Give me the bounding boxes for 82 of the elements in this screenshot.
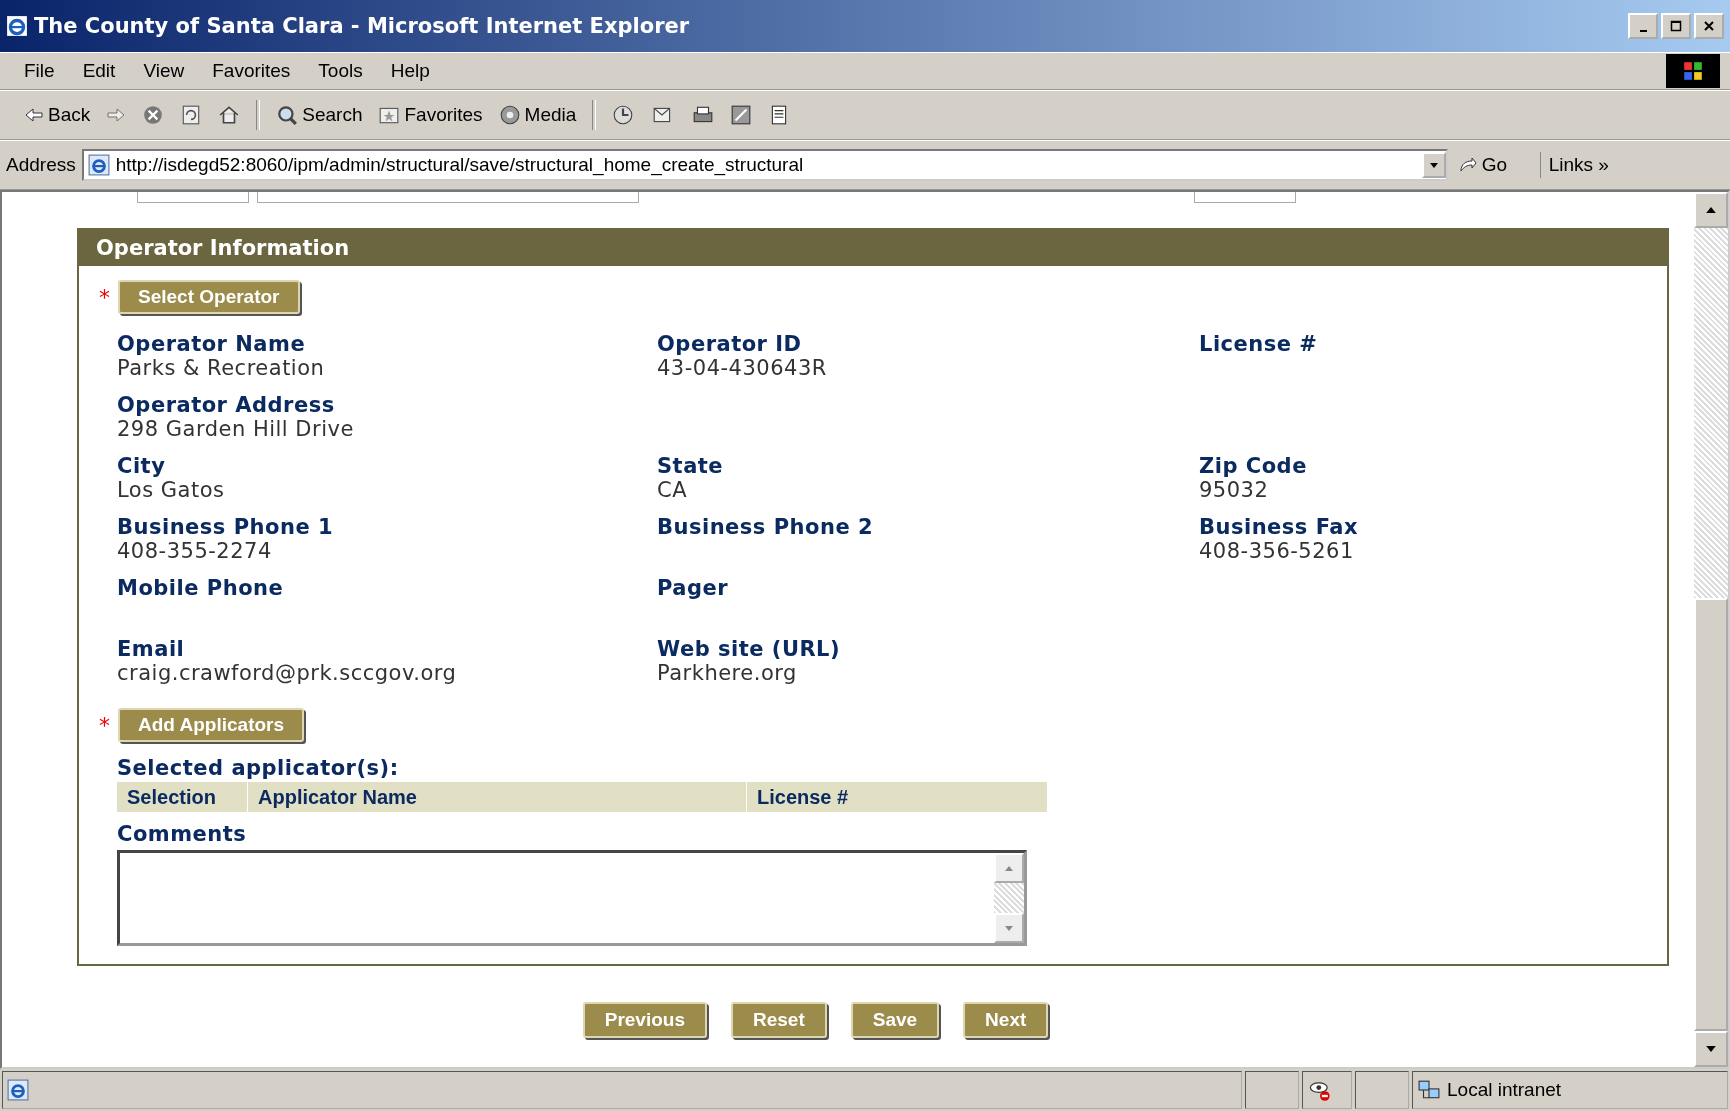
zone-text: Local intranet: [1447, 1079, 1562, 1101]
scrollbar-track[interactable]: [994, 883, 1024, 913]
windows-logo-icon: [1666, 54, 1720, 88]
address-field[interactable]: http://isdegd52:8060/ipm/admin/structural/save/structural_home_create_structural: [81, 149, 1448, 181]
status-pane: [1245, 1071, 1299, 1109]
text-field[interactable]: [1194, 192, 1296, 203]
dropdown-button[interactable]: [1421, 152, 1446, 178]
field-label: State: [657, 454, 725, 478]
field-value: craig.crawford@prk.sccgov.org: [117, 661, 457, 685]
minimize-icon: [1639, 30, 1647, 32]
field-value: 408-356-5261: [1199, 539, 1354, 563]
field-value: 408-355-2274: [117, 539, 272, 563]
window-title: The County of Santa Clara - Microsoft Internet Explorer: [34, 14, 691, 38]
right-arrow-icon: [106, 105, 127, 125]
favorites-button[interactable]: Favorites: [374, 102, 487, 128]
edit-icon: [730, 104, 753, 126]
field-value: Parkhere.org: [657, 661, 797, 685]
scroll-up-button[interactable]: [1694, 192, 1728, 228]
browser-icon: [6, 15, 28, 37]
required-mark: *: [99, 712, 110, 738]
required-mark: *: [99, 284, 110, 310]
page-icon: [7, 1079, 29, 1101]
column-header: Applicator Name: [247, 782, 747, 812]
go-button[interactable]: Go: [1453, 152, 1534, 178]
media-button[interactable]: Media: [494, 102, 581, 128]
links-button[interactable]: Links »: [1539, 152, 1613, 178]
status-pane: [1355, 1071, 1409, 1109]
field-label: City: [117, 454, 167, 478]
field-label: Zip Code: [1199, 454, 1308, 478]
caret-up-icon: [1706, 207, 1716, 213]
field-value: 43-04-430643R: [657, 356, 827, 380]
text-field[interactable]: [137, 192, 249, 203]
back-button[interactable]: Back: [20, 102, 95, 128]
stop-icon: [142, 104, 165, 126]
field-value: Parks & Recreation: [117, 356, 325, 380]
close-button[interactable]: [1694, 13, 1724, 39]
maximize-button[interactable]: [1661, 13, 1691, 39]
home-icon: [218, 104, 241, 126]
field-label: Email: [117, 637, 186, 661]
field-value: CA: [657, 478, 688, 502]
network-icon: [1417, 1079, 1441, 1101]
search-icon: [276, 104, 299, 126]
field-label: Business Fax: [1199, 515, 1359, 539]
menu-item[interactable]: Favorites: [198, 60, 305, 82]
menu-item[interactable]: Help: [376, 60, 444, 82]
caret-icon: [1428, 160, 1439, 170]
left-arrow-icon: [24, 105, 44, 125]
comments-field[interactable]: [117, 850, 1027, 946]
close-icon: [1703, 20, 1715, 32]
field-label: Operator ID: [657, 332, 803, 356]
field-label: Business Phone 2: [657, 515, 875, 539]
section-header: Operator Information: [79, 230, 1667, 266]
clock-icon: [612, 104, 635, 126]
text-field[interactable]: [257, 192, 639, 203]
caret-down-icon: [1005, 925, 1013, 931]
search-button[interactable]: Search: [272, 102, 367, 128]
disc-icon: [498, 104, 521, 126]
maximize-icon: [1670, 20, 1682, 32]
field-value: 298 Garden Hill Drive: [117, 417, 354, 441]
page-icon: [87, 154, 110, 176]
caret-up-icon: [1005, 865, 1013, 871]
menu-item[interactable]: File: [10, 60, 69, 82]
field-label: Mobile Phone: [117, 576, 285, 600]
field-label: Business Phone 1: [117, 515, 335, 539]
comments-label: Comments: [117, 822, 248, 846]
caret-down-icon: [1706, 1046, 1716, 1052]
menu-item[interactable]: View: [129, 60, 199, 82]
field-label: Operator Address: [117, 393, 336, 417]
field-value: 95032: [1199, 478, 1269, 502]
column-header: License #: [756, 785, 850, 810]
scroll-down-button[interactable]: [1694, 1031, 1728, 1067]
scrollbar-thumb[interactable]: [1694, 598, 1728, 1031]
menu-item[interactable]: Tools: [304, 60, 377, 82]
column-header: Selection: [126, 785, 217, 810]
menu-item[interactable]: Edit: [68, 60, 130, 82]
field-label: License #: [1199, 332, 1319, 356]
field-label: Web site (URL): [657, 637, 842, 661]
field-value: Los Gatos: [117, 478, 225, 502]
applicators-heading: Selected applicator(s):: [117, 756, 400, 780]
field-label: Operator Name: [117, 332, 307, 356]
address-label: Address: [6, 154, 76, 176]
field-label: Pager: [657, 576, 730, 600]
